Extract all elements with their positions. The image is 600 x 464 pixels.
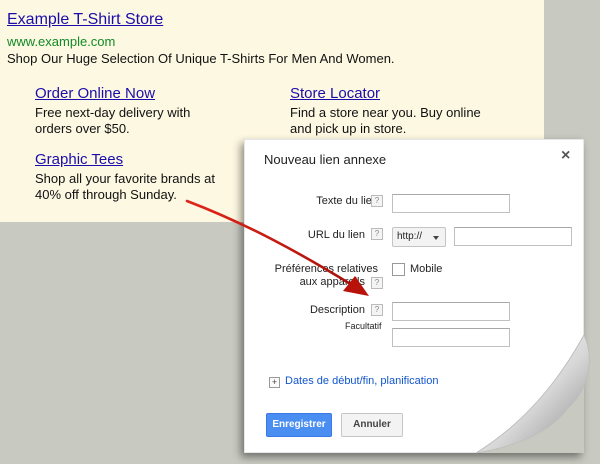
help-icon[interactable]: ? bbox=[371, 195, 383, 207]
description-line2-input[interactable] bbox=[392, 328, 510, 347]
sitelink-title[interactable]: Store Locator bbox=[290, 86, 481, 102]
dialog-title: Nouveau lien annexe bbox=[264, 152, 387, 167]
link-url-label: URL du lien bbox=[307, 229, 365, 241]
sitelink-line: Find a store near you. Buy online bbox=[290, 105, 481, 120]
help-icon[interactable]: ? bbox=[371, 304, 383, 316]
help-icon[interactable]: ? bbox=[371, 228, 383, 240]
ad-display-url: www.example.com bbox=[7, 34, 116, 49]
sitelink-store-locator: Store Locator Find a store near you. Buy… bbox=[290, 86, 481, 137]
sitelink-line: orders over $50. bbox=[35, 121, 130, 136]
new-sitelink-dialog: Nouveau lien annexe × Texte du lien ? UR… bbox=[244, 139, 584, 453]
mobile-checkbox[interactable] bbox=[392, 263, 405, 276]
protocol-value: http:// bbox=[397, 231, 423, 242]
link-text-label: Texte du lien bbox=[316, 195, 378, 207]
link-url-input[interactable] bbox=[454, 227, 572, 246]
close-icon[interactable]: × bbox=[561, 147, 570, 165]
sitelink-line: Shop all your favorite brands at bbox=[35, 171, 215, 186]
sitelink-order-online: Order Online Now Free next-day delivery … bbox=[35, 86, 190, 137]
save-button[interactable]: Enregistrer bbox=[266, 413, 332, 437]
sitelink-line: Free next-day delivery with bbox=[35, 105, 191, 120]
mobile-label: Mobile bbox=[410, 263, 443, 275]
chevron-down-icon bbox=[433, 236, 439, 240]
ad-description: Shop Our Huge Selection Of Unique T-Shir… bbox=[7, 51, 395, 66]
ad-headline[interactable]: Example T-Shirt Store bbox=[7, 11, 163, 29]
plus-icon: + bbox=[269, 377, 280, 388]
cancel-button[interactable]: Annuler bbox=[341, 413, 403, 437]
protocol-select[interactable]: http:// bbox=[392, 227, 446, 247]
sitelink-line: and pick up in store. bbox=[290, 121, 407, 136]
sitelink-title[interactable]: Graphic Tees bbox=[35, 152, 215, 168]
device-pref-label: Préférences relatives bbox=[274, 263, 378, 275]
help-icon[interactable]: ? bbox=[371, 277, 383, 289]
link-text-input[interactable] bbox=[392, 194, 510, 213]
sitelink-graphic-tees: Graphic Tees Shop all your favorite bran… bbox=[35, 152, 215, 203]
dialog-page-shape bbox=[244, 139, 584, 453]
description-label: Description bbox=[309, 304, 365, 316]
schedule-expander[interactable]: + Dates de début/fin, planification bbox=[269, 375, 439, 388]
sitelink-line: 40% off through Sunday. bbox=[35, 187, 177, 202]
schedule-link-label: Dates de début/fin, planification bbox=[285, 375, 439, 387]
optional-label: Facultatif bbox=[345, 321, 382, 331]
description-line1-input[interactable] bbox=[392, 302, 510, 321]
sitelink-title[interactable]: Order Online Now bbox=[35, 86, 190, 102]
device-pref-label: aux appareils bbox=[299, 276, 365, 288]
